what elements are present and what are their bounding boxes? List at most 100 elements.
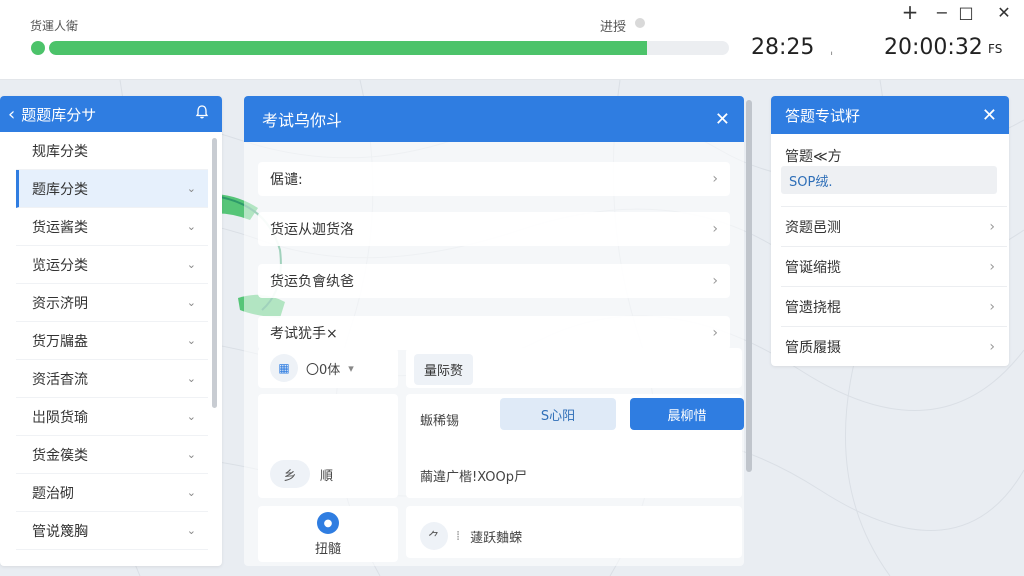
answer-panel: 答题专试籽 ✕ 管题≪方 SOP绒. 资题邑测 › 管诞缩揽 › 管遗挠棍 › … — [771, 96, 1009, 366]
exam-panel: 考试乌你斗 ✕ 倨谴: › 货运从迦货洛 › 货运负會纨爸 › 考试犹手× › … — [244, 96, 744, 566]
chevron-right-icon: › — [712, 221, 718, 237]
confirm-label: 扭髓 — [314, 542, 341, 557]
timer-marker: ˌ — [830, 42, 834, 56]
category-item[interactable]: 岀陨货瑜 ⌄ — [16, 398, 208, 436]
bottom-info[interactable]: ⺈ ⁞ 蘧跃麯蝾 — [420, 522, 522, 550]
exam-row[interactable]: 倨谴: › — [258, 162, 730, 196]
category-item[interactable]: 管说篾胸 ⌄ — [16, 512, 208, 550]
answer-field-input[interactable]: SOP绒. — [781, 166, 997, 194]
category-item[interactable]: 资示济明 ⌄ — [16, 284, 208, 322]
exam-row[interactable]: 货运从迦货洛 › — [258, 212, 730, 246]
chevron-down-icon: ⌄ — [186, 410, 196, 423]
close-icon[interactable]: ✕ — [715, 109, 730, 130]
primary-button[interactable]: 晨柳惜 — [630, 398, 744, 430]
tool-icon: ⺈ — [420, 522, 448, 550]
exam-row[interactable]: 货运负會纨爸 › — [258, 264, 730, 298]
pill-badge: 乡 — [270, 460, 310, 488]
chevron-down-icon: ⌄ — [186, 372, 196, 385]
category-item[interactable]: 规库分类 — [16, 132, 208, 170]
confirm-container[interactable]: ● 扭髓 — [258, 506, 398, 562]
grid-icon: ▦ — [270, 354, 298, 382]
category-item[interactable]: 览运分类 ⌄ — [16, 246, 208, 284]
dropdown-value: 〇0体 — [306, 362, 341, 378]
restore-icon[interactable]: □ — [954, 0, 978, 24]
format-dropdown[interactable]: ▦ 〇0体 ▾ — [270, 354, 354, 382]
chevron-down-icon: ⌄ — [186, 258, 196, 271]
progress-start-marker — [31, 41, 45, 55]
category-panel-title: 题题库分サ — [21, 105, 97, 124]
clock-suffix: FS — [988, 42, 1003, 56]
answer-item-label: 管遗挠棍 — [785, 299, 841, 316]
progress-label: 进授 — [600, 20, 627, 35]
exam-row-label: 考试犹手× — [270, 326, 338, 342]
pill-group[interactable]: 乡 順 — [270, 460, 333, 488]
exam-detail-area: ▦ 〇0体 ▾ 量际赘 蝂稀锡 S心阳 晨柳惜 乡 順 繭違广楷!XOOp尸 ●… — [258, 348, 744, 562]
answer-item-label: 管质履摄 — [785, 339, 841, 356]
chevron-right-icon: › — [712, 171, 718, 187]
answer-field-label: 管题≪方 — [785, 149, 842, 165]
pill-text: 順 — [320, 468, 334, 484]
chevron-right-icon: › — [712, 325, 718, 341]
app-title: 货運人衛 — [30, 19, 79, 33]
category-item-label: 岀陨货瑜 — [32, 409, 88, 426]
chevron-right-icon: › — [712, 273, 718, 289]
progress-bar — [49, 41, 729, 55]
answer-item[interactable]: 管质履摄 › — [781, 326, 1007, 366]
chevron-right-icon: › — [989, 298, 995, 315]
confirm-icon: ● — [317, 512, 339, 534]
category-item-label: 管说篾胸 — [32, 523, 88, 540]
category-item-label: 规库分类 — [32, 143, 88, 160]
category-item[interactable]: 货运酱类 ⌄ — [16, 208, 208, 246]
progress-fill — [49, 41, 648, 55]
exam-row-label: 倨谴: — [270, 172, 303, 188]
exam-scrollbar[interactable] — [746, 100, 752, 472]
add-icon[interactable]: + — [898, 0, 922, 24]
tag-chip[interactable]: 量际赘 — [414, 354, 474, 385]
chevron-down-icon: ⌄ — [186, 486, 196, 499]
category-item-label: 货金篌类 — [32, 447, 88, 464]
category-list: 规库分类 题库分类 ⌄ 货运酱类 ⌄ 览运分类 ⌄ 资示济明 ⌄ 货万牖盎 ⌄ … — [16, 132, 208, 550]
answer-item[interactable]: 资题邑测 › — [781, 206, 1007, 246]
category-panel-header: ‹ 题题库分サ — [0, 96, 222, 132]
chevron-right-icon: › — [989, 258, 995, 275]
back-icon[interactable]: ‹ — [8, 104, 15, 125]
answer-item-label: 管诞缩揽 — [785, 259, 841, 276]
category-item[interactable]: 货万牖盎 ⌄ — [16, 322, 208, 360]
minimize-icon[interactable]: − — [930, 0, 954, 24]
text-input[interactable]: 繭違广楷!XOOp尸 — [420, 466, 527, 485]
tag-label: 量际赘 — [414, 354, 474, 385]
chevron-down-icon: ⌄ — [186, 182, 196, 195]
exam-row-label: 货运负會纨爸 — [270, 274, 354, 290]
category-scrollbar[interactable] — [212, 138, 217, 408]
category-item[interactable]: 货金篌类 ⌄ — [16, 436, 208, 474]
chevron-down-icon: ⌄ — [186, 448, 196, 461]
category-item-active[interactable]: 题库分类 ⌄ — [16, 170, 208, 208]
bottom-info-text: 蘧跃麯蝾 — [470, 530, 523, 546]
clock-time: 20:00:32 — [884, 35, 983, 60]
category-item-label: 货万牖盎 — [32, 333, 88, 350]
exam-panel-header: 考试乌你斗 ✕ — [244, 96, 744, 142]
category-panel: ‹ 题题库分サ 规库分类 题库分类 ⌄ 货运酱类 ⌄ 览运分类 ⌄ 资示济明 ⌄… — [0, 96, 222, 566]
category-item-label: 览运分类 — [32, 257, 88, 274]
category-item-label: 题库分类 — [32, 181, 88, 198]
chevron-right-icon: › — [989, 338, 995, 355]
exam-panel-title: 考试乌你斗 — [262, 111, 343, 130]
close-icon[interactable]: ✕ — [992, 0, 1016, 24]
caret-down-icon: ▾ — [348, 361, 354, 375]
exam-row[interactable]: 考试犹手× › — [258, 316, 730, 350]
top-bar: 货運人衛 进授 28:25 ˌ 20:00:32 FS + − □ ✕ — [0, 0, 1024, 80]
progress-status-dot — [635, 18, 645, 28]
countdown-timer: 28:25 — [751, 35, 815, 60]
secondary-button[interactable]: S心阳 — [500, 398, 616, 430]
category-item-label: 题治砌 — [32, 485, 74, 502]
answer-item[interactable]: 管遗挠棍 › — [781, 286, 1007, 326]
answer-item[interactable]: 管诞缩揽 › — [781, 246, 1007, 286]
close-icon[interactable]: ✕ — [982, 105, 997, 126]
answer-item-label: 资题邑测 — [785, 219, 841, 236]
exam-row-label: 货运从迦货洛 — [270, 222, 354, 238]
category-item[interactable]: 资活杳流 ⌄ — [16, 360, 208, 398]
bell-icon[interactable] — [194, 104, 210, 124]
chevron-down-icon: ⌄ — [186, 220, 196, 233]
category-item[interactable]: 题治砌 ⌄ — [16, 474, 208, 512]
answer-panel-header: 答题专试籽 ✕ — [771, 96, 1009, 134]
